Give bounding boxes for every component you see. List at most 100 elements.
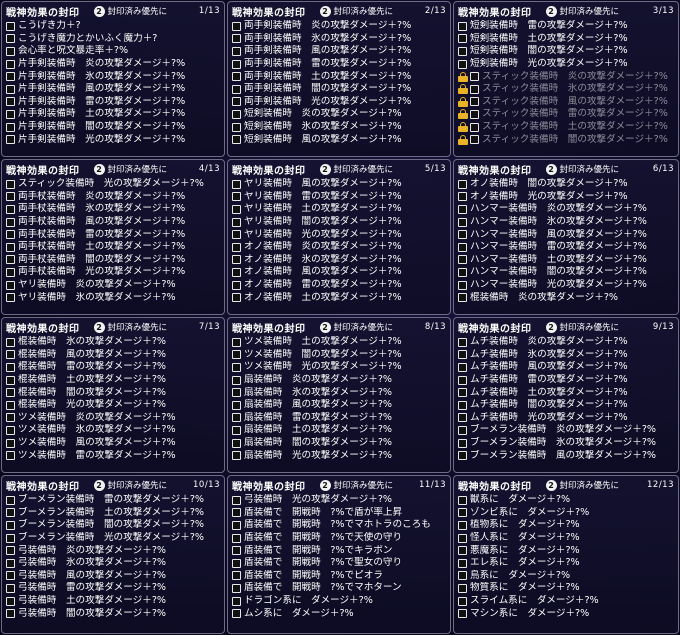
seal-checkbox[interactable] — [458, 609, 467, 619]
seal-checkbox[interactable] — [6, 84, 15, 94]
sort-button-icon[interactable]: 2 — [319, 5, 331, 17]
seal-checkbox[interactable] — [232, 204, 241, 214]
effect-row[interactable]: 棍装備時 風の攻撃ダメージ＋?% — [6, 349, 221, 362]
sort-button-icon[interactable]: 2 — [545, 5, 557, 17]
effect-row[interactable]: こうげき魔力とかいふく魔力＋? — [6, 33, 221, 46]
seal-checkbox[interactable] — [6, 242, 15, 252]
seal-checkbox[interactable] — [458, 337, 467, 347]
seal-checkbox[interactable] — [232, 362, 241, 372]
seal-checkbox[interactable] — [6, 495, 15, 505]
effect-row[interactable]: ブーメラン装備時 闇の攻撃ダメージ＋?% — [6, 519, 221, 532]
seal-checkbox[interactable] — [6, 609, 15, 619]
effect-row[interactable]: 怪人系に ダメージ＋?% — [458, 532, 675, 545]
effect-row[interactable]: 扇装備時 雷の攻撃ダメージ＋?% — [232, 412, 447, 425]
seal-checkbox[interactable] — [232, 255, 241, 265]
effect-row[interactable]: オノ装備時 炎の攻撃ダメージ＋?% — [232, 241, 447, 254]
seal-checkbox[interactable] — [458, 192, 467, 202]
seal-checkbox[interactable] — [458, 217, 467, 227]
effect-row[interactable]: スティック装備時 光の攻撃ダメージ＋?% — [6, 178, 221, 191]
effect-row[interactable]: 片手剣装備時 土の攻撃ダメージ＋?% — [6, 108, 221, 121]
effect-row[interactable]: ムシ系に ダメージ＋?% — [232, 607, 447, 620]
sort-button-icon[interactable]: 2 — [545, 321, 557, 333]
effect-row[interactable]: 棍装備時 炎の攻撃ダメージ＋?% — [458, 291, 675, 304]
seal-checkbox[interactable] — [458, 375, 467, 385]
seal-checkbox[interactable] — [232, 59, 241, 69]
seal-checkbox[interactable] — [232, 558, 241, 568]
sort-button-label[interactable]: 封印済み優先に — [108, 479, 168, 491]
seal-checkbox[interactable] — [232, 192, 241, 202]
effect-row[interactable]: オノ装備時 闇の攻撃ダメージ＋?% — [458, 178, 675, 191]
effect-row[interactable]: 弓装備時 闇の攻撃ダメージ＋?% — [6, 607, 221, 620]
seal-checkbox[interactable] — [232, 350, 241, 360]
seal-checkbox[interactable] — [458, 280, 467, 290]
sort-button-label[interactable]: 封印済み優先に — [334, 479, 394, 491]
effect-row[interactable]: 片手剣装備時 闇の攻撃ダメージ＋?% — [6, 121, 221, 134]
effect-row[interactable]: ハンマー装備時 土の攻撃ダメージ＋?% — [458, 254, 675, 267]
effect-row[interactable]: 両手杖装備時 風の攻撃ダメージ＋?% — [6, 216, 221, 229]
effect-row[interactable]: 盾装備で 開戦時 ?%でキラポン — [232, 544, 447, 557]
seal-checkbox[interactable] — [232, 280, 241, 290]
seal-checkbox[interactable] — [6, 596, 15, 606]
effect-row[interactable]: 両手杖装備時 闇の攻撃ダメージ＋?% — [6, 254, 221, 267]
seal-checkbox[interactable] — [232, 230, 241, 240]
effect-row[interactable]: オノ装備時 風の攻撃ダメージ＋?% — [232, 266, 447, 279]
effect-row[interactable]: 棍装備時 土の攻撃ダメージ＋?% — [6, 374, 221, 387]
effect-row[interactable]: 弓装備時 風の攻撃ダメージ＋?% — [6, 570, 221, 583]
effect-row[interactable]: 両手杖装備時 氷の攻撃ダメージ＋?% — [6, 203, 221, 216]
effect-row[interactable]: 短剣装備時 光の攻撃ダメージ＋?% — [458, 58, 675, 71]
effect-row[interactable]: 扇装備時 土の攻撃ダメージ＋?% — [232, 424, 447, 437]
effect-row[interactable]: 扇装備時 闇の攻撃ダメージ＋?% — [232, 437, 447, 450]
seal-checkbox[interactable] — [232, 596, 241, 606]
seal-checkbox[interactable] — [458, 230, 467, 240]
effect-row[interactable]: エレ系に ダメージ＋?% — [458, 557, 675, 570]
effect-row[interactable]: 扇装備時 炎の攻撃ダメージ＋?% — [232, 374, 447, 387]
effect-row[interactable]: オノ装備時 氷の攻撃ダメージ＋?% — [232, 254, 447, 267]
effect-row[interactable]: ヤリ装備時 光の攻撃ダメージ＋?% — [232, 228, 447, 241]
seal-checkbox[interactable] — [6, 583, 15, 593]
seal-checkbox[interactable] — [458, 204, 467, 214]
effect-row[interactable]: ゾンビ系に ダメージ＋?% — [458, 507, 675, 520]
seal-checkbox[interactable] — [6, 34, 15, 44]
seal-checkbox[interactable] — [232, 495, 241, 505]
seal-checkbox[interactable] — [458, 495, 467, 505]
effect-row[interactable]: ツメ装備時 風の攻撃ダメージ＋?% — [6, 437, 221, 450]
seal-checkbox[interactable] — [458, 400, 467, 410]
seal-checkbox[interactable] — [232, 533, 241, 543]
seal-checkbox[interactable] — [232, 217, 241, 227]
effect-row[interactable]: ブーメラン装備時 風の攻撃ダメージ＋?% — [458, 449, 675, 462]
effect-row[interactable]: ツメ装備時 炎の攻撃ダメージ＋?% — [6, 412, 221, 425]
seal-checkbox[interactable] — [458, 508, 467, 518]
effect-row[interactable]: 盾装備で 開戦時 ?%でピオラ — [232, 570, 447, 583]
seal-checkbox[interactable] — [232, 109, 241, 119]
effect-row[interactable]: 扇装備時 光の攻撃ダメージ＋?% — [232, 449, 447, 462]
effect-row[interactable]: 片手剣装備時 炎の攻撃ダメージ＋?% — [6, 58, 221, 71]
seal-checkbox[interactable] — [232, 46, 241, 56]
seal-checkbox[interactable] — [6, 400, 15, 410]
seal-checkbox[interactable] — [232, 520, 241, 530]
effect-row[interactable]: スティック装備時 風の攻撃ダメージ＋?% — [458, 96, 675, 109]
effect-row[interactable]: スティック装備時 氷の攻撃ダメージ＋?% — [458, 83, 675, 96]
sort-button-label[interactable]: 封印済み優先に — [560, 321, 620, 333]
seal-checkbox[interactable] — [232, 34, 241, 44]
effect-row[interactable]: ヤリ装備時 土の攻撃ダメージ＋?% — [232, 203, 447, 216]
effect-row[interactable]: 会心率と呪文暴走率＋?% — [6, 45, 221, 58]
seal-checkbox[interactable] — [232, 267, 241, 277]
sort-button-icon[interactable]: 2 — [93, 321, 105, 333]
effect-row[interactable]: ヤリ装備時 風の攻撃ダメージ＋?% — [232, 178, 447, 191]
seal-checkbox[interactable] — [232, 609, 241, 619]
seal-checkbox[interactable] — [232, 451, 241, 461]
effect-row[interactable]: ブーメラン装備時 炎の攻撃ダメージ＋?% — [458, 424, 675, 437]
seal-checkbox[interactable] — [232, 72, 241, 82]
effect-row[interactable]: 短剣装備時 雷の攻撃ダメージ＋?% — [458, 20, 675, 33]
seal-checkbox[interactable] — [232, 179, 241, 189]
effect-row[interactable]: 片手剣装備時 風の攻撃ダメージ＋?% — [6, 83, 221, 96]
seal-checkbox[interactable] — [458, 255, 467, 265]
effect-row[interactable]: ムチ装備時 風の攻撃ダメージ＋?% — [458, 361, 675, 374]
effect-row[interactable]: ツメ装備時 闇の攻撃ダメージ＋?% — [232, 349, 447, 362]
seal-checkbox[interactable] — [458, 388, 467, 398]
seal-checkbox[interactable] — [458, 558, 467, 568]
seal-checkbox[interactable] — [458, 350, 467, 360]
effect-row[interactable]: ハンマー装備時 風の攻撃ダメージ＋?% — [458, 228, 675, 241]
effect-row[interactable]: 弓装備時 土の攻撃ダメージ＋?% — [6, 595, 221, 608]
seal-checkbox[interactable] — [6, 375, 15, 385]
